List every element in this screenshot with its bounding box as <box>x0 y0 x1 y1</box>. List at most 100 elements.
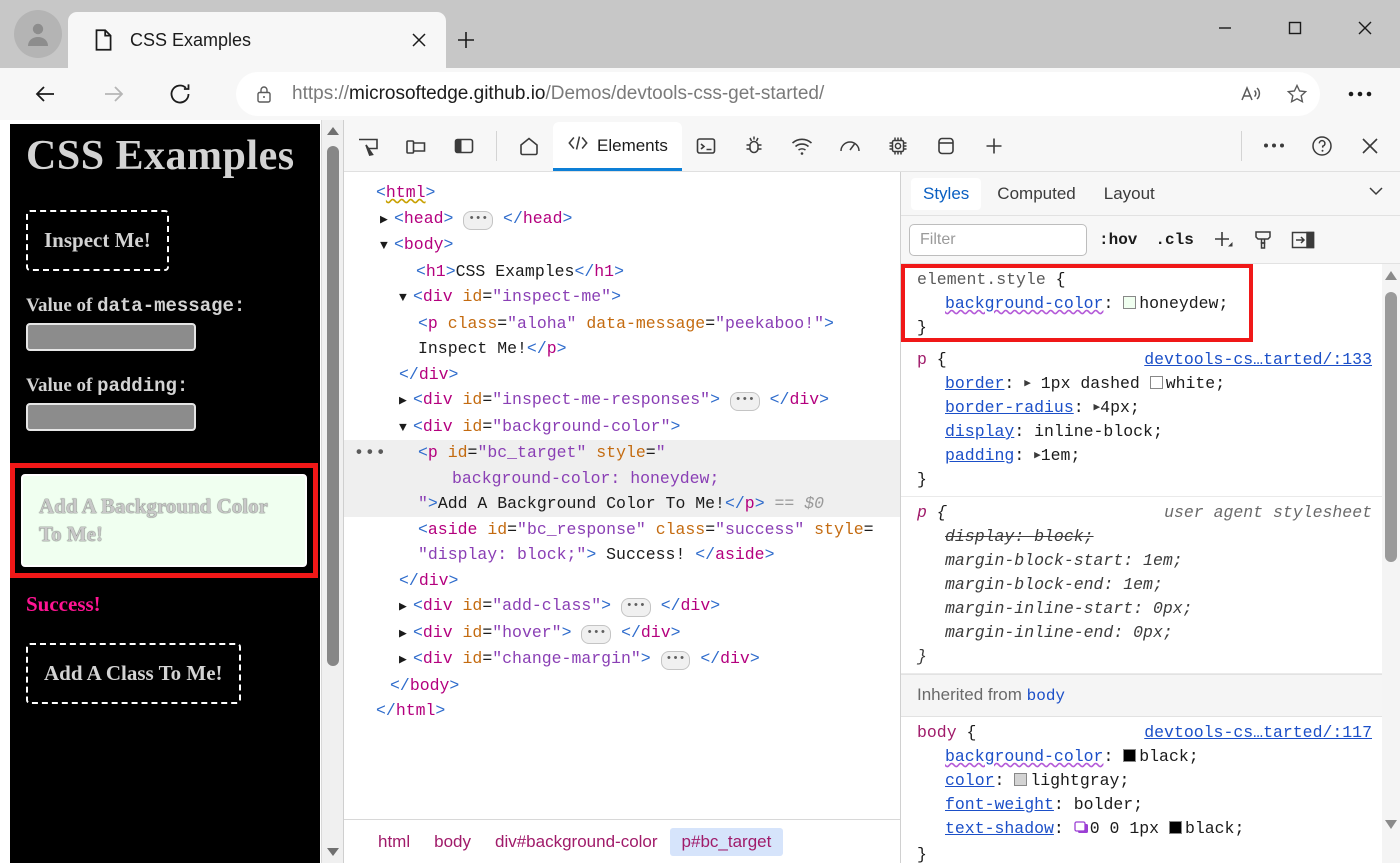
declaration-value[interactable]: 4px <box>1100 398 1130 417</box>
dock-side-icon[interactable] <box>440 124 488 168</box>
declaration-display[interactable]: display: inline-block; <box>917 420 1382 444</box>
expand-triangle-icon[interactable]: ▶ <box>1034 444 1041 468</box>
declaration-value[interactable]: 1em <box>1123 575 1153 594</box>
declaration-property[interactable]: margin-block-end <box>945 575 1103 594</box>
declaration-property[interactable]: display <box>945 527 1014 546</box>
reload-button[interactable] <box>160 74 200 114</box>
rule-source-link[interactable]: devtools-cs…tarted/:133 <box>1144 348 1372 372</box>
network-icon[interactable] <box>778 124 826 168</box>
tab-layout[interactable]: Layout <box>1092 178 1167 210</box>
declaration-property[interactable]: border-radius <box>945 398 1074 417</box>
close-icon[interactable] <box>404 25 434 55</box>
read-aloud-icon[interactable] <box>1228 74 1274 114</box>
debugger-icon[interactable] <box>730 124 778 168</box>
memory-icon[interactable] <box>874 124 922 168</box>
profile-avatar[interactable] <box>14 10 62 58</box>
dom-tree[interactable]: <html> ▶<head> ••• </head> ▼<body> <h1>C… <box>344 172 900 819</box>
styles-scrollbar-thumb[interactable] <box>1385 292 1397 562</box>
dom-node-bc-response-1[interactable]: <aside id="bc_response" class="success" … <box>344 517 900 543</box>
help-icon[interactable] <box>1298 124 1346 168</box>
rule-p-author[interactable]: p {devtools-cs…tarted/:133 border: ▶ 1px… <box>901 344 1382 497</box>
forward-button[interactable] <box>93 74 133 114</box>
declaration-value[interactable]: honeydew <box>1139 294 1218 313</box>
dom-node-change-margin[interactable]: ▶<div id="change-margin"> ••• </div> <box>344 646 900 673</box>
declaration-margin-block-start[interactable]: margin-block-start: 1em; <box>917 549 1382 573</box>
dom-node-h1[interactable]: <h1>CSS Examples</h1> <box>344 259 900 285</box>
maximize-button[interactable] <box>1260 0 1330 56</box>
dom-node-inspect-me[interactable]: ▼<div id="inspect-me"> <box>344 284 900 311</box>
dom-node-head[interactable]: ▶<head> ••• </head> <box>344 206 900 233</box>
favorite-star-icon[interactable] <box>1274 74 1320 114</box>
scroll-down-icon[interactable] <box>322 841 344 863</box>
chevron-down-icon[interactable] <box>1366 181 1386 206</box>
breadcrumb-item-p-bc-target[interactable]: p#bc_target <box>670 828 784 856</box>
declaration-border[interactable]: border: ▶ 1px dashed white; <box>917 372 1382 396</box>
browser-settings-more-icon[interactable] <box>1340 78 1380 110</box>
declaration-property[interactable]: padding <box>945 446 1014 465</box>
declaration-value[interactable]: bolder <box>1074 795 1133 814</box>
declaration-padding[interactable]: padding: ▶1em; <box>917 444 1382 468</box>
back-button[interactable] <box>26 74 66 114</box>
styles-rules-list[interactable]: element.style { background-color: honeyd… <box>901 264 1382 863</box>
dom-node-div-close-1[interactable]: </div> <box>344 362 900 388</box>
hov-toggle[interactable]: :hov <box>1093 231 1143 249</box>
new-tab-button[interactable] <box>448 22 484 58</box>
dom-node-hover[interactable]: ▶<div id="hover"> ••• </div> <box>344 620 900 647</box>
declaration-property[interactable]: display <box>945 422 1014 441</box>
devtools-overflow-ellipsis-icon[interactable] <box>1250 124 1298 168</box>
declaration-property[interactable]: background-color <box>945 747 1103 766</box>
declaration-value[interactable]: block <box>1034 527 1084 546</box>
breadcrumb-item-html[interactable]: html <box>366 828 422 856</box>
address-bar[interactable]: https://microsoftedge.github.io/Demos/de… <box>236 72 1320 116</box>
declaration-property[interactable]: font-weight <box>945 795 1054 814</box>
declaration-value[interactable]: 0px <box>1153 599 1183 618</box>
declaration-value[interactable]: 1em <box>1041 446 1071 465</box>
close-button[interactable] <box>1330 0 1400 56</box>
tab-computed[interactable]: Computed <box>985 178 1087 210</box>
styles-filter-input[interactable]: Filter <box>909 224 1087 256</box>
declaration-property[interactable]: margin-inline-start <box>945 599 1133 618</box>
rule-element-style[interactable]: element.style { background-color: honeyd… <box>901 264 1382 344</box>
declaration-property[interactable]: margin-inline-end <box>945 623 1113 642</box>
dom-node-background-color[interactable]: ▼<div id="background-color"> <box>344 414 900 441</box>
toggle-computed-sidebar-icon[interactable] <box>1286 224 1320 256</box>
rule-body[interactable]: body {devtools-cs…tarted/:117 background… <box>901 717 1382 863</box>
scroll-up-icon[interactable] <box>322 120 344 142</box>
dom-node-p-aloha[interactable]: <p class="aloha" data-message="peekaboo!… <box>344 311 900 337</box>
dom-node-bc-target-1[interactable]: •••<p id="bc_target" style=" <box>344 440 900 466</box>
dom-node-inspect-me-responses[interactable]: ▶<div id="inspect-me-responses"> ••• </d… <box>344 387 900 414</box>
dom-node-html-close[interactable]: </html> <box>344 698 900 724</box>
dom-node-body-close[interactable]: </body> <box>344 673 900 699</box>
console-icon[interactable] <box>682 124 730 168</box>
breadcrumb-item-div-background-color[interactable]: div#background-color <box>483 828 670 856</box>
declaration-value[interactable]: lightgray <box>1030 771 1119 790</box>
bc-target-paragraph[interactable]: Add A Background Color To Me! <box>21 474 307 567</box>
declaration-margin-block-end[interactable]: margin-block-end: 1em; <box>917 573 1382 597</box>
declaration-background-color[interactable]: background-color: black; <box>917 745 1382 769</box>
declaration-margin-inline-end[interactable]: margin-inline-end: 0px; <box>917 621 1382 645</box>
breadcrumb-item-body[interactable]: body <box>422 828 483 856</box>
page-scrollbar[interactable] <box>321 120 343 863</box>
rule-selector[interactable]: element.style <box>917 268 1046 292</box>
color-swatch[interactable] <box>1014 773 1027 786</box>
rule-selector[interactable]: p <box>917 348 927 372</box>
dom-node-body[interactable]: ▼<body> <box>344 232 900 259</box>
inspect-element-icon[interactable] <box>344 124 392 168</box>
application-icon[interactable] <box>922 124 970 168</box>
tab-elements[interactable]: Elements <box>553 122 682 170</box>
color-swatch[interactable] <box>1123 749 1136 762</box>
declaration-property[interactable]: background-color <box>945 294 1103 313</box>
home-icon[interactable] <box>505 124 553 168</box>
declaration-property[interactable]: text-shadow <box>945 819 1054 838</box>
rule-selector[interactable]: body <box>917 721 957 745</box>
padding-input[interactable] <box>26 403 196 431</box>
paintbrush-icon[interactable] <box>1246 224 1280 256</box>
declaration-property[interactable]: color <box>945 771 995 790</box>
tab-styles[interactable]: Styles <box>911 178 981 210</box>
dom-node-p-aloha-text[interactable]: Inspect Me!</p> <box>344 336 900 362</box>
dom-node-bc-target-2[interactable]: background-color: honeydew; <box>344 466 900 492</box>
styles-scrollbar[interactable] <box>1382 264 1400 863</box>
declaration-font-weight[interactable]: font-weight: bolder; <box>917 793 1382 817</box>
shadow-editor-icon[interactable] <box>1074 819 1090 843</box>
color-swatch[interactable] <box>1169 821 1182 834</box>
